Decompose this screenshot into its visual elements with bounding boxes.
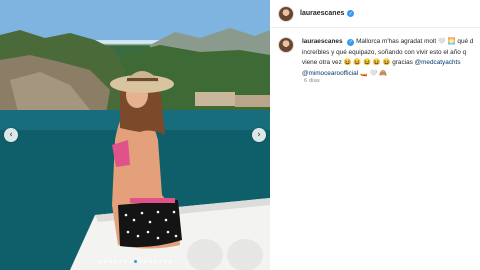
caption-line-2: increíbles y qué equipazo, soñando con v…	[302, 48, 467, 56]
carousel-dot	[98, 260, 102, 263]
caption-line-4: 🚤 🤍 🙈	[358, 69, 388, 77]
carousel-dot	[118, 260, 122, 263]
post-photo[interactable]: ‹ ›	[0, 0, 270, 270]
carousel-dot	[168, 260, 172, 263]
caption-username[interactable]: lauraescanes	[302, 38, 343, 45]
carousel-dot	[123, 260, 127, 263]
verified-badge-icon: ✓	[347, 38, 355, 46]
carousel-dot	[148, 260, 152, 263]
carousel-dot	[143, 260, 147, 263]
post-timestamp[interactable]: 6 días	[304, 78, 320, 84]
caption-block: lauraescanes ✓ Mallorca m'has agradat mo…	[278, 37, 480, 79]
carousel-dot	[153, 260, 157, 263]
caption-line-3: viene otra vez 😆 😆 😆 😆 😆 gracias	[302, 59, 415, 66]
carousel-prev-button[interactable]: ‹	[4, 128, 18, 142]
mention-link[interactable]: @medcatyachts	[415, 59, 461, 66]
caption-line-1: Mallorca m'has agradat molt 🤍 🌅 qué d	[356, 38, 474, 45]
carousel-dot	[108, 260, 112, 263]
carousel-dot	[113, 260, 117, 263]
post-caption: lauraescanes ✓ Mallorca m'has agradat mo…	[302, 37, 480, 79]
avatar[interactable]	[278, 5, 294, 22]
carousel-indicator	[0, 260, 270, 263]
header-username[interactable]: lauraescanes	[300, 10, 344, 17]
carousel-dot	[128, 260, 132, 263]
mention-link[interactable]: @mimocearoofficial	[302, 70, 358, 77]
carousel-next-button[interactable]: ›	[252, 128, 266, 142]
carousel-dot	[163, 260, 167, 263]
verified-badge-icon: ✓	[347, 10, 355, 17]
carousel-dot	[133, 260, 137, 263]
chevron-right-icon: ›	[257, 130, 261, 140]
carousel-dot	[103, 260, 107, 263]
avatar[interactable]	[278, 37, 294, 53]
carousel-dot	[158, 260, 162, 263]
photo-scene	[0, 0, 270, 270]
chevron-left-icon: ‹	[9, 130, 13, 140]
carousel-dot	[138, 260, 142, 263]
post-header: lauraescanes ✓	[270, 0, 480, 28]
